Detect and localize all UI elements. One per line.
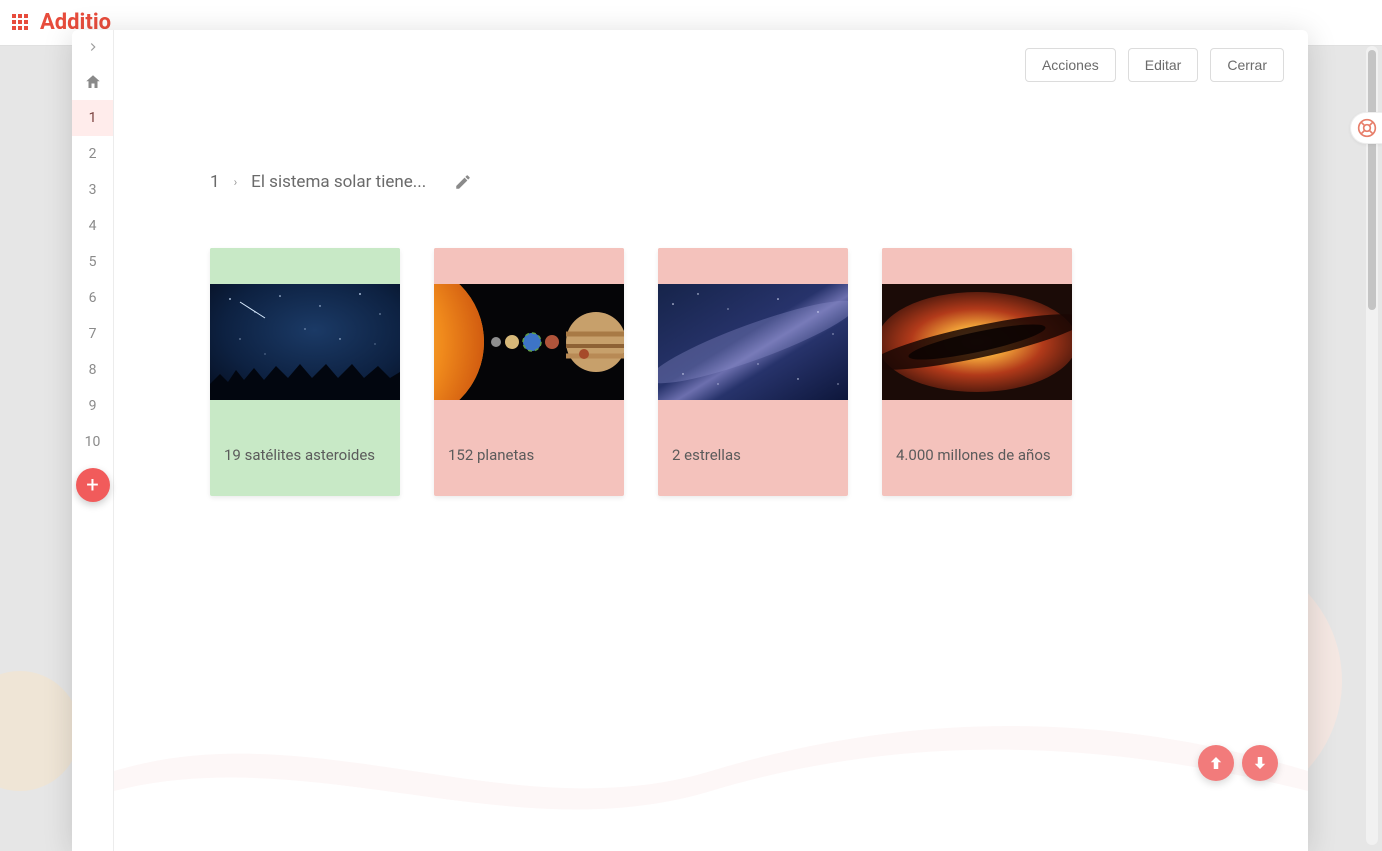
sidebar-q-label: 5 bbox=[89, 254, 97, 270]
sidebar-q-label: 3 bbox=[89, 182, 97, 198]
question-nav-sidebar: 1 2 3 4 5 6 7 8 9 10 + bbox=[72, 30, 114, 851]
question-editor-modal: 1 2 3 4 5 6 7 8 9 10 + Acciones Editar C… bbox=[72, 30, 1308, 851]
sidebar-q-6[interactable]: 6 bbox=[72, 280, 113, 316]
sidebar-collapse-toggle[interactable] bbox=[72, 30, 113, 64]
sidebar-q-label: 2 bbox=[89, 146, 97, 162]
card-header bbox=[882, 248, 1072, 284]
sidebar-q-label: 1 bbox=[89, 110, 97, 126]
prev-question-button[interactable] bbox=[1198, 745, 1234, 781]
answer-card-1[interactable]: 19 satélites asteroides bbox=[210, 248, 400, 496]
question-nav-fabs bbox=[1198, 745, 1278, 781]
answer-cards: 19 satélites asteroides bbox=[210, 248, 1248, 496]
sidebar-q-label: 7 bbox=[89, 326, 97, 342]
sidebar-q-3[interactable]: 3 bbox=[72, 172, 113, 208]
add-question-button[interactable]: + bbox=[76, 468, 110, 502]
apps-grid-icon[interactable] bbox=[12, 14, 30, 32]
next-question-button[interactable] bbox=[1242, 745, 1278, 781]
scrollbar-thumb[interactable] bbox=[1368, 50, 1376, 310]
home-icon bbox=[84, 73, 102, 91]
card-header bbox=[434, 248, 624, 284]
nebula-image bbox=[882, 284, 1072, 400]
card-header bbox=[210, 248, 400, 284]
sidebar-q-label: 4 bbox=[89, 218, 97, 234]
edit-question-button[interactable] bbox=[454, 173, 472, 191]
modal-action-bar: Acciones Editar Cerrar bbox=[1025, 48, 1284, 82]
page-scrollbar[interactable] bbox=[1366, 46, 1378, 845]
answer-card-2[interactable]: 152 planetas bbox=[434, 248, 624, 496]
card-header bbox=[658, 248, 848, 284]
planets-image bbox=[434, 284, 624, 400]
modal-main: Acciones Editar Cerrar 1 › El sistema so… bbox=[114, 30, 1308, 851]
sidebar-q-label: 8 bbox=[89, 362, 97, 378]
plus-icon: + bbox=[86, 473, 98, 498]
answer-label: 19 satélites asteroides bbox=[210, 400, 400, 496]
sidebar-q-7[interactable]: 7 bbox=[72, 316, 113, 352]
answer-card-4[interactable]: 4.000 millones de años bbox=[882, 248, 1072, 496]
sidebar-q-label: 9 bbox=[89, 398, 97, 414]
answer-label: 152 planetas bbox=[434, 400, 624, 496]
sidebar-q-9[interactable]: 9 bbox=[72, 388, 113, 424]
background-decoration bbox=[0, 671, 80, 791]
help-button[interactable] bbox=[1350, 112, 1382, 144]
sidebar-q-4[interactable]: 4 bbox=[72, 208, 113, 244]
sidebar-q-2[interactable]: 2 bbox=[72, 136, 113, 172]
chevron-right-icon bbox=[86, 40, 100, 54]
answer-card-3[interactable]: 2 estrellas bbox=[658, 248, 848, 496]
decorative-wave bbox=[114, 701, 1308, 851]
question-header: 1 › El sistema solar tiene... bbox=[210, 172, 1248, 192]
sidebar-q-5[interactable]: 5 bbox=[72, 244, 113, 280]
chevron-right-icon: › bbox=[234, 175, 238, 189]
pencil-icon bbox=[454, 173, 472, 191]
answer-image bbox=[658, 284, 848, 400]
answer-label: 4.000 millones de años bbox=[882, 400, 1072, 496]
sidebar-q-8[interactable]: 8 bbox=[72, 352, 113, 388]
arrow-down-icon bbox=[1251, 754, 1269, 772]
answer-image bbox=[210, 284, 400, 400]
sidebar-home[interactable] bbox=[72, 64, 113, 100]
editar-button[interactable]: Editar bbox=[1128, 48, 1199, 82]
sidebar-q-label: 10 bbox=[85, 434, 101, 450]
question-number: 1 bbox=[210, 172, 220, 192]
answer-image bbox=[434, 284, 624, 400]
help-lifebuoy-icon bbox=[1357, 118, 1377, 138]
sidebar-q-1[interactable]: 1 bbox=[72, 100, 113, 136]
arrow-up-icon bbox=[1207, 754, 1225, 772]
night-sky-image bbox=[210, 284, 400, 400]
question-area: 1 › El sistema solar tiene... bbox=[114, 30, 1308, 496]
answer-image bbox=[882, 284, 1072, 400]
sidebar-q-label: 6 bbox=[89, 290, 97, 306]
sidebar-q-10[interactable]: 10 bbox=[72, 424, 113, 460]
cerrar-button[interactable]: Cerrar bbox=[1210, 48, 1284, 82]
answer-label: 2 estrellas bbox=[658, 400, 848, 496]
acciones-button[interactable]: Acciones bbox=[1025, 48, 1116, 82]
question-text: El sistema solar tiene... bbox=[251, 172, 426, 192]
milky-way-image bbox=[658, 284, 848, 400]
